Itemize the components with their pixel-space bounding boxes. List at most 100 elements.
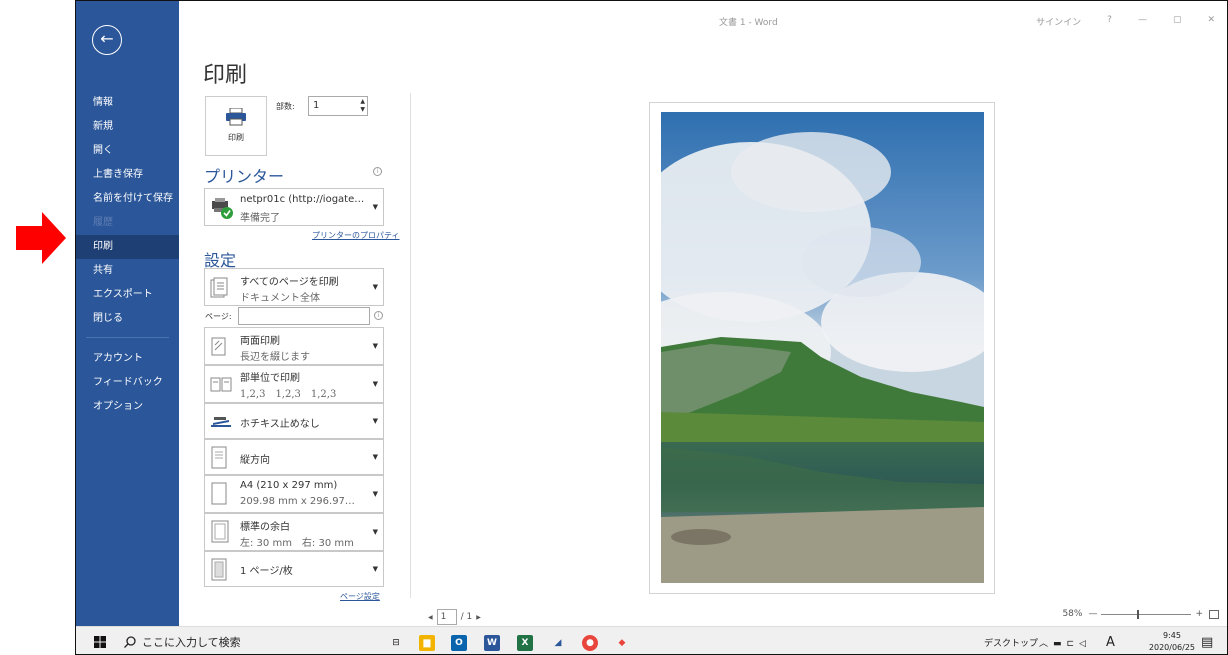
chevron-down-icon: ▼ [372, 342, 378, 350]
sidebar-item-options[interactable]: オプション [76, 395, 179, 419]
collate-title: 部単位で印刷 [240, 373, 300, 384]
chevron-down-icon: ▼ [372, 417, 378, 425]
paper-size-select[interactable]: A4 (210 x 297 mm) 209.98 mm x 296.97… ▼ [204, 475, 384, 513]
chevron-down-icon: ▼ [372, 565, 378, 573]
page-title: 印刷 [203, 63, 248, 88]
network-app-icon[interactable]: ◢ [550, 635, 566, 651]
minimize-button[interactable]: — [1138, 15, 1147, 28]
sidebar-item-open[interactable]: 開く [76, 139, 179, 163]
zoom-in-button[interactable]: + [1195, 609, 1203, 619]
word-icon[interactable]: W [484, 635, 500, 651]
clock[interactable]: 9:45 2020/06/25 [1149, 630, 1195, 654]
outlook-icon[interactable]: O [451, 635, 467, 651]
ime-indicator[interactable]: A [1106, 627, 1115, 654]
windows-logo-icon [94, 636, 106, 648]
copies-stepper[interactable]: 1 ▲ ▼ [308, 96, 368, 116]
notification-icon[interactable]: ▤ [1201, 627, 1213, 654]
backstage-sidebar: ← 情報 新規 開く 上書き保存 名前を付けて保存 履歴 印刷 共有 エクスポー… [76, 1, 179, 626]
sidebar-item-share[interactable]: 共有 [76, 259, 179, 283]
sidebar-item-history: 履歴 [93, 217, 113, 228]
info-icon[interactable]: i [373, 167, 382, 176]
paper-size-sub: 209.98 mm x 296.97… [240, 496, 355, 507]
clock-time: 9:45 [1162, 631, 1181, 640]
zoom-slider[interactable] [1101, 609, 1192, 619]
zoom-control: 58% — + [1062, 609, 1219, 619]
current-page-input[interactable]: 1 [436, 609, 457, 625]
zoom-slider-thumb[interactable] [1137, 609, 1140, 619]
search-placeholder: ここに入力して検索 [142, 636, 241, 649]
print-button-label: 印刷 [228, 133, 244, 142]
search-icon [124, 636, 136, 648]
pages-label: ページ: [205, 312, 232, 321]
signin-link[interactable]: サインイン [1036, 15, 1081, 28]
task-view-icon[interactable]: ⊟ [388, 635, 404, 651]
sidebar-item-close[interactable]: 閉じる [76, 307, 179, 331]
color-app-icon[interactable]: ◆ [614, 635, 630, 651]
printer-icon [226, 107, 246, 126]
print-range-select[interactable]: すべてのページを印刷 ドキュメント全体 ▼ [204, 268, 384, 306]
pages-per-sheet-select[interactable]: 1 ページ/枚 ▼ [204, 551, 384, 587]
paper-size-title: A4 (210 x 297 mm) [240, 480, 338, 491]
chrome-icon[interactable]: ● [582, 635, 598, 651]
close-button[interactable]: ✕ [1207, 15, 1215, 28]
print-button[interactable]: 印刷 [205, 96, 267, 156]
staple-select[interactable]: ホチキス止めなし ▼ [204, 403, 384, 439]
system-tray-icons[interactable]: ︿▬⊏◁ [1039, 627, 1091, 654]
red-arrow-annotation [16, 212, 66, 264]
sidebar-item-info[interactable]: 情報 [76, 91, 179, 115]
pages-per-sheet-icon [211, 558, 227, 581]
chevron-down-icon: ▼ [372, 203, 378, 211]
printer-select[interactable]: netpr01c (http://iogate… 準備完了 ▼ [204, 188, 384, 226]
sidebar-item-new[interactable]: 新規 [76, 115, 179, 139]
pages-icon [210, 277, 228, 298]
duplex-select[interactable]: 両面印刷 長辺を綴じます ▼ [204, 327, 384, 365]
collate-select[interactable]: 部単位で印刷 1,2,3 1,2,3 1,2,3 ▼ [204, 365, 384, 403]
next-page-icon[interactable]: ▶ [476, 614, 481, 621]
taskbar-search[interactable]: ここに入力して検索 [124, 627, 241, 654]
start-button[interactable] [94, 627, 106, 654]
margins-select[interactable]: 標準の余白 左: 30 mm 右: 30 mm ▼ [204, 513, 384, 551]
zoom-level[interactable]: 58% [1062, 609, 1082, 619]
sidebar-item-feedback[interactable]: フィードバック [76, 371, 179, 395]
sidebar-item-account[interactable]: アカウント [76, 347, 179, 371]
pages-input[interactable] [238, 307, 370, 325]
file-explorer-icon[interactable]: ▆ [419, 635, 435, 651]
window-controls: サインイン ? — ▢ ✕ [1036, 15, 1227, 28]
sidebar-item-print[interactable]: 印刷 [76, 235, 179, 259]
fit-page-icon[interactable] [1209, 609, 1219, 619]
collate-icon [210, 377, 232, 392]
staple-icon [211, 417, 231, 427]
pages-per-sheet-title: 1 ページ/枚 [240, 566, 293, 577]
page-setup-link[interactable]: ページ設定 [340, 591, 380, 602]
back-arrow-icon[interactable]: ← [92, 25, 122, 55]
printer-ready-icon [212, 198, 233, 219]
orientation-select[interactable]: 縦方向 ▼ [204, 439, 384, 475]
duplex-sub: 長辺を綴じます [240, 352, 310, 363]
collate-sub: 1,2,3 1,2,3 1,2,3 [240, 389, 337, 400]
printer-status: 準備完了 [240, 213, 280, 224]
chevron-down-icon: ▼ [372, 528, 378, 536]
clock-date: 2020/06/25 [1148, 643, 1195, 652]
paper-size-icon [211, 482, 227, 505]
restore-button[interactable]: ▢ [1173, 15, 1182, 28]
sidebar-item-export[interactable]: エクスポート [76, 283, 179, 307]
prev-page-icon[interactable]: ◀ [428, 614, 433, 621]
margins-icon [211, 520, 229, 543]
duplex-title: 両面印刷 [240, 336, 280, 347]
info-icon[interactable]: i [374, 311, 383, 320]
spin-arrows-icon[interactable]: ▲ ▼ [360, 98, 365, 114]
sidebar-item-save-as[interactable]: 名前を付けて保存 [76, 187, 179, 211]
staple-title: ホチキス止めなし [240, 419, 320, 430]
copies-label: 部数: [276, 102, 295, 111]
chevron-down-icon: ▼ [372, 380, 378, 388]
excel-icon[interactable]: X [517, 635, 533, 651]
orientation-title: 縦方向 [240, 455, 270, 466]
printer-properties-link[interactable]: プリンターのプロパティ [312, 230, 400, 241]
title-bar: 文書 1 - Word サインイン ? — ▢ ✕ [179, 1, 1227, 37]
print-range-title: すべてのページを印刷 [240, 277, 339, 288]
sidebar-item-save[interactable]: 上書き保存 [76, 163, 179, 187]
page-navigator: ◀ 1 / 1 ▶ [428, 609, 481, 625]
zoom-out-button[interactable]: — [1088, 609, 1097, 619]
desktop-label[interactable]: デスクトップ [984, 627, 1038, 654]
help-button[interactable]: ? [1107, 15, 1112, 28]
